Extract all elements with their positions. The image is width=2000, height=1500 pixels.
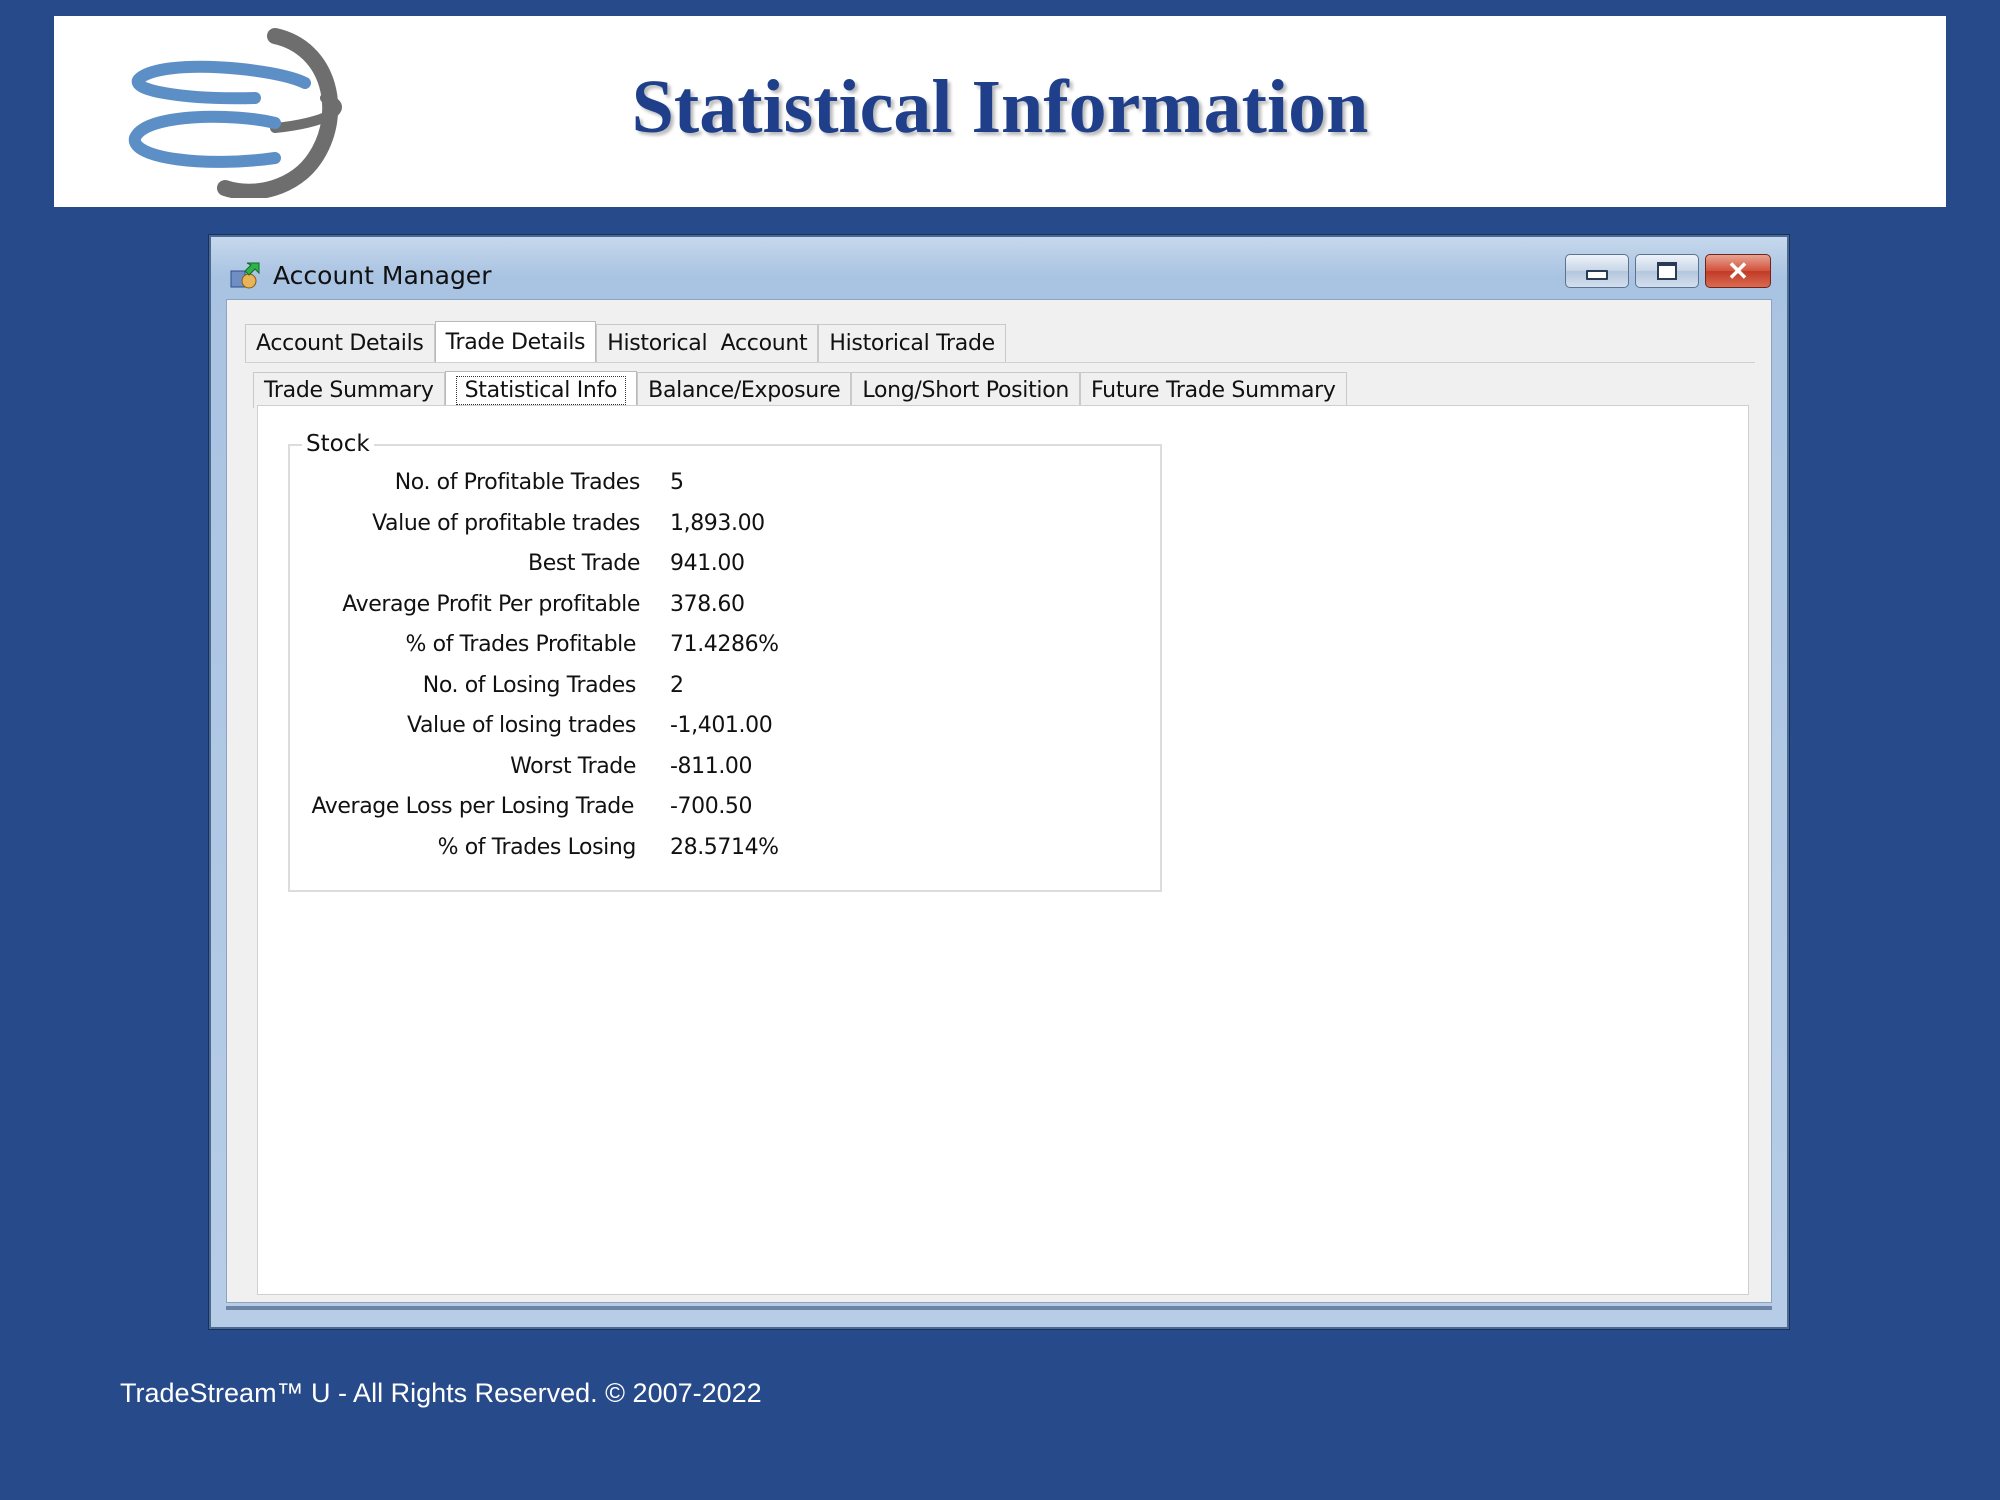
subtab-trade-summary[interactable]: Trade Summary: [253, 372, 445, 408]
tab-label: Historical Account: [607, 331, 808, 356]
stat-row: % of Trades Losing 28.5714%: [290, 835, 1160, 867]
stat-label: Value of losing trades: [407, 713, 636, 738]
slide-title: Statistical Information: [631, 65, 1369, 149]
stat-value: 941.00: [670, 551, 745, 576]
stat-row: % of Trades Profitable 71.4286%: [290, 632, 1160, 664]
window-titlebar[interactable]: Account Manager ✕: [211, 237, 1787, 297]
stock-groupbox: Stock No. of Profitable Trades 5 Value o…: [288, 431, 1162, 892]
stat-value: 28.5714%: [670, 835, 779, 860]
copyright-footer: TradeStream™ U - All Rights Reserved. © …: [120, 1378, 762, 1408]
maximize-button[interactable]: [1635, 254, 1699, 288]
stat-label: Worst Trade: [510, 754, 636, 779]
main-tabs: Account Details Trade Details Historical…: [245, 321, 1006, 363]
maximize-icon: [1657, 262, 1677, 280]
subtab-long-short-position[interactable]: Long/Short Position: [851, 372, 1081, 408]
stat-label: Average Profit Per profitable: [342, 592, 640, 617]
stat-value: 378.60: [670, 592, 745, 617]
tab-label: Historical Trade: [829, 331, 995, 356]
tab-historical-trade[interactable]: Historical Trade: [818, 324, 1006, 362]
subtab-label: Trade Summary: [264, 378, 434, 403]
subtab-label: Future Trade Summary: [1091, 378, 1336, 403]
stat-row: No. of Losing Trades 2: [290, 673, 1160, 705]
sub-tabs: Trade Summary Statistical Info Balance/E…: [253, 368, 1347, 409]
stat-label: No. of Profitable Trades: [394, 470, 641, 495]
tab-historical-account[interactable]: Historical Account: [596, 324, 819, 362]
groupbox-legend: Stock: [302, 431, 374, 457]
stat-value: 2: [670, 673, 684, 698]
stat-label: Average Loss per Losing Trade: [311, 794, 634, 819]
stat-value: 71.4286%: [670, 632, 779, 657]
stat-row: Average Profit Per profitable 378.60: [290, 592, 1160, 624]
stat-label: Best Trade: [528, 551, 640, 576]
stat-row: No. of Profitable Trades 5: [290, 470, 1160, 502]
stat-row: Best Trade 941.00: [290, 551, 1160, 583]
tab-label: Trade Details: [445, 330, 586, 355]
tab-label: Account Details: [256, 331, 424, 356]
stat-value: 5: [670, 470, 684, 495]
tab-trade-details[interactable]: Trade Details: [434, 321, 597, 363]
stat-label: % of Trades Profitable: [405, 632, 637, 657]
stat-value: 1,893.00: [670, 511, 765, 536]
close-button[interactable]: ✕: [1705, 254, 1771, 288]
minimize-icon: [1586, 270, 1608, 280]
subtab-statistical-info[interactable]: Statistical Info: [444, 371, 638, 409]
stat-row: Worst Trade -811.00: [290, 754, 1160, 786]
tab-account-details[interactable]: Account Details: [245, 324, 435, 362]
window-title: Account Manager: [273, 261, 492, 290]
statistical-info-panel: Stock No. of Profitable Trades 5 Value o…: [257, 405, 1749, 1295]
close-icon: ✕: [1727, 255, 1749, 286]
minimize-button[interactable]: [1565, 254, 1629, 288]
window-client-area: Account Details Trade Details Historical…: [226, 299, 1772, 1303]
stat-row: Average Loss per Losing Trade -700.50: [290, 794, 1160, 826]
subtab-future-trade-summary[interactable]: Future Trade Summary: [1080, 372, 1347, 408]
stat-row: Value of profitable trades 1,893.00: [290, 511, 1160, 543]
window-bottom-edge: [226, 1306, 1772, 1310]
subtab-label: Balance/Exposure: [648, 378, 841, 403]
tab-divider: [245, 362, 1755, 363]
stat-label: % of Trades Losing: [437, 835, 637, 860]
subtab-label: Long/Short Position: [862, 378, 1070, 403]
stat-value: -811.00: [670, 754, 753, 779]
subtab-balance-exposure[interactable]: Balance/Exposure: [637, 372, 852, 408]
stat-value: -1,401.00: [670, 713, 773, 738]
account-manager-app-icon: [230, 262, 260, 289]
stat-row: Value of losing trades -1,401.00: [290, 713, 1160, 745]
stat-label: No. of Losing Trades: [422, 673, 637, 698]
stat-value: -700.50: [670, 794, 753, 819]
stat-label: Value of profitable trades: [372, 511, 640, 536]
subtab-label: Statistical Info: [455, 376, 627, 405]
account-manager-window: Account Manager ✕ Account Details Trade …: [209, 235, 1789, 1329]
